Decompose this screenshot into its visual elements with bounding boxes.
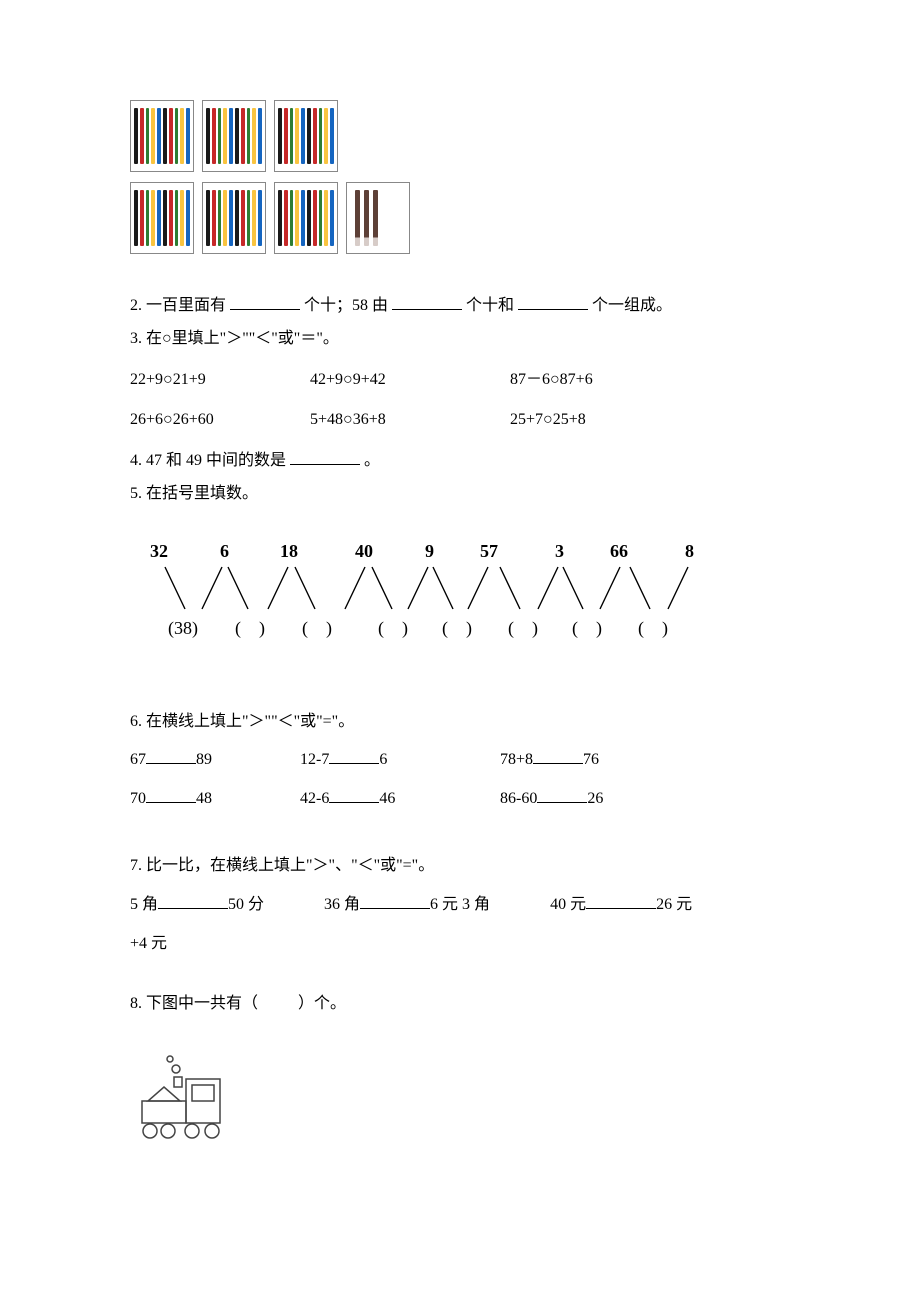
svg-text:( ): ( )	[442, 618, 472, 639]
svg-text:( ): ( )	[235, 618, 265, 639]
blank	[518, 294, 588, 310]
q7-row: 5 角50 分 36 角6 元 3 角 40 元26 元	[130, 891, 790, 920]
q3-row-2: 26+6○26+60 5+48○36+8 25+7○25+8	[130, 406, 790, 435]
pencil-boxes-row-2	[130, 182, 790, 254]
q7-cell: 40 元26 元	[550, 891, 692, 920]
pencil-box	[202, 100, 266, 172]
pencil-box	[274, 182, 338, 254]
question-4: 4. 47 和 49 中间的数是 。	[130, 447, 790, 476]
q6-row-1: 6789 12-76 78+876	[130, 746, 790, 775]
q6-cell: 42-646	[300, 785, 500, 814]
svg-text:32: 32	[150, 541, 168, 561]
pencil-boxes-row-1	[130, 100, 790, 172]
svg-text:3: 3	[555, 541, 564, 561]
q7-cell: 5 角50 分	[130, 891, 264, 920]
q2-text-b: 个十；58 由	[304, 297, 388, 314]
svg-text:( ): ( )	[302, 618, 332, 639]
pencil-box	[274, 100, 338, 172]
q7-cell: 36 角6 元 3 角	[324, 891, 490, 920]
blank	[230, 294, 300, 310]
pencil-box	[130, 182, 194, 254]
q6-cell: 6789	[130, 746, 300, 775]
q4-text-a: 4. 47 和 49 中间的数是	[130, 452, 286, 469]
svg-text:6: 6	[220, 541, 229, 561]
blank	[392, 294, 462, 310]
q7-wrap: +4 元	[130, 930, 790, 959]
question-2: 2. 一百里面有 个十；58 由 个十和 个一组成。	[130, 292, 790, 321]
svg-text:9: 9	[425, 541, 434, 561]
svg-text:66: 66	[610, 541, 628, 561]
svg-text:18: 18	[280, 541, 298, 561]
q3-eq: 22+9○21+9	[130, 366, 310, 395]
svg-text:40: 40	[355, 541, 373, 561]
pencil-box	[130, 100, 194, 172]
q6-cell: 86-6026	[500, 785, 700, 814]
pencil-box-partial	[346, 182, 410, 254]
q3-eq: 26+6○26+60	[130, 406, 310, 435]
question-7-title: 7. 比一比，在横线上填上"＞"、"＜"或"="。	[130, 852, 790, 881]
question-6-title: 6. 在横线上填上"＞""＜"或"="。	[130, 708, 790, 737]
q2-text-c: 个十和	[466, 297, 514, 314]
question-5-title: 5. 在括号里填数。	[130, 480, 790, 509]
question-8: 8. 下图中一共有（ ）个。	[130, 990, 790, 1019]
q2-text-a: 2. 一百里面有	[130, 297, 226, 314]
number-bond-diagram: 32 6 18 40 9 57 3 66 8 (38) ( ) ( ) ( ) …	[130, 539, 790, 660]
q3-row-1: 22+9○21+9 42+9○9+42 87－6○87+6	[130, 366, 790, 395]
train-figure	[130, 1049, 790, 1160]
svg-text:( ): ( )	[638, 618, 668, 639]
svg-text:(38): (38)	[168, 618, 198, 639]
question-3-title: 3. 在○里填上"＞""＜"或"＝"。	[130, 325, 790, 354]
q6-cell: 7048	[130, 785, 300, 814]
q8-text-b: ）个。	[298, 995, 346, 1012]
svg-text:57: 57	[480, 541, 498, 561]
q2-text-d: 个一组成。	[592, 297, 672, 314]
q8-paren-space	[262, 995, 294, 1012]
blank	[290, 449, 360, 465]
number-bond-svg: 32 6 18 40 9 57 3 66 8 (38) ( ) ( ) ( ) …	[130, 539, 790, 649]
q8-text-a: 8. 下图中一共有（	[130, 995, 258, 1012]
q3-eq: 87－6○87+6	[510, 366, 710, 395]
svg-text:( ): ( )	[378, 618, 408, 639]
q4-text-b: 。	[364, 452, 380, 469]
q6-row-2: 7048 42-646 86-6026	[130, 785, 790, 814]
pencil-box	[202, 182, 266, 254]
svg-text:( ): ( )	[572, 618, 602, 639]
q6-cell: 78+876	[500, 746, 700, 775]
q3-eq: 42+9○9+42	[310, 366, 510, 395]
q3-eq: 5+48○36+8	[310, 406, 510, 435]
q3-eq: 25+7○25+8	[510, 406, 710, 435]
train-icon	[130, 1049, 250, 1149]
q6-cell: 12-76	[300, 746, 500, 775]
svg-text:( ): ( )	[508, 618, 538, 639]
svg-text:8: 8	[685, 541, 694, 561]
